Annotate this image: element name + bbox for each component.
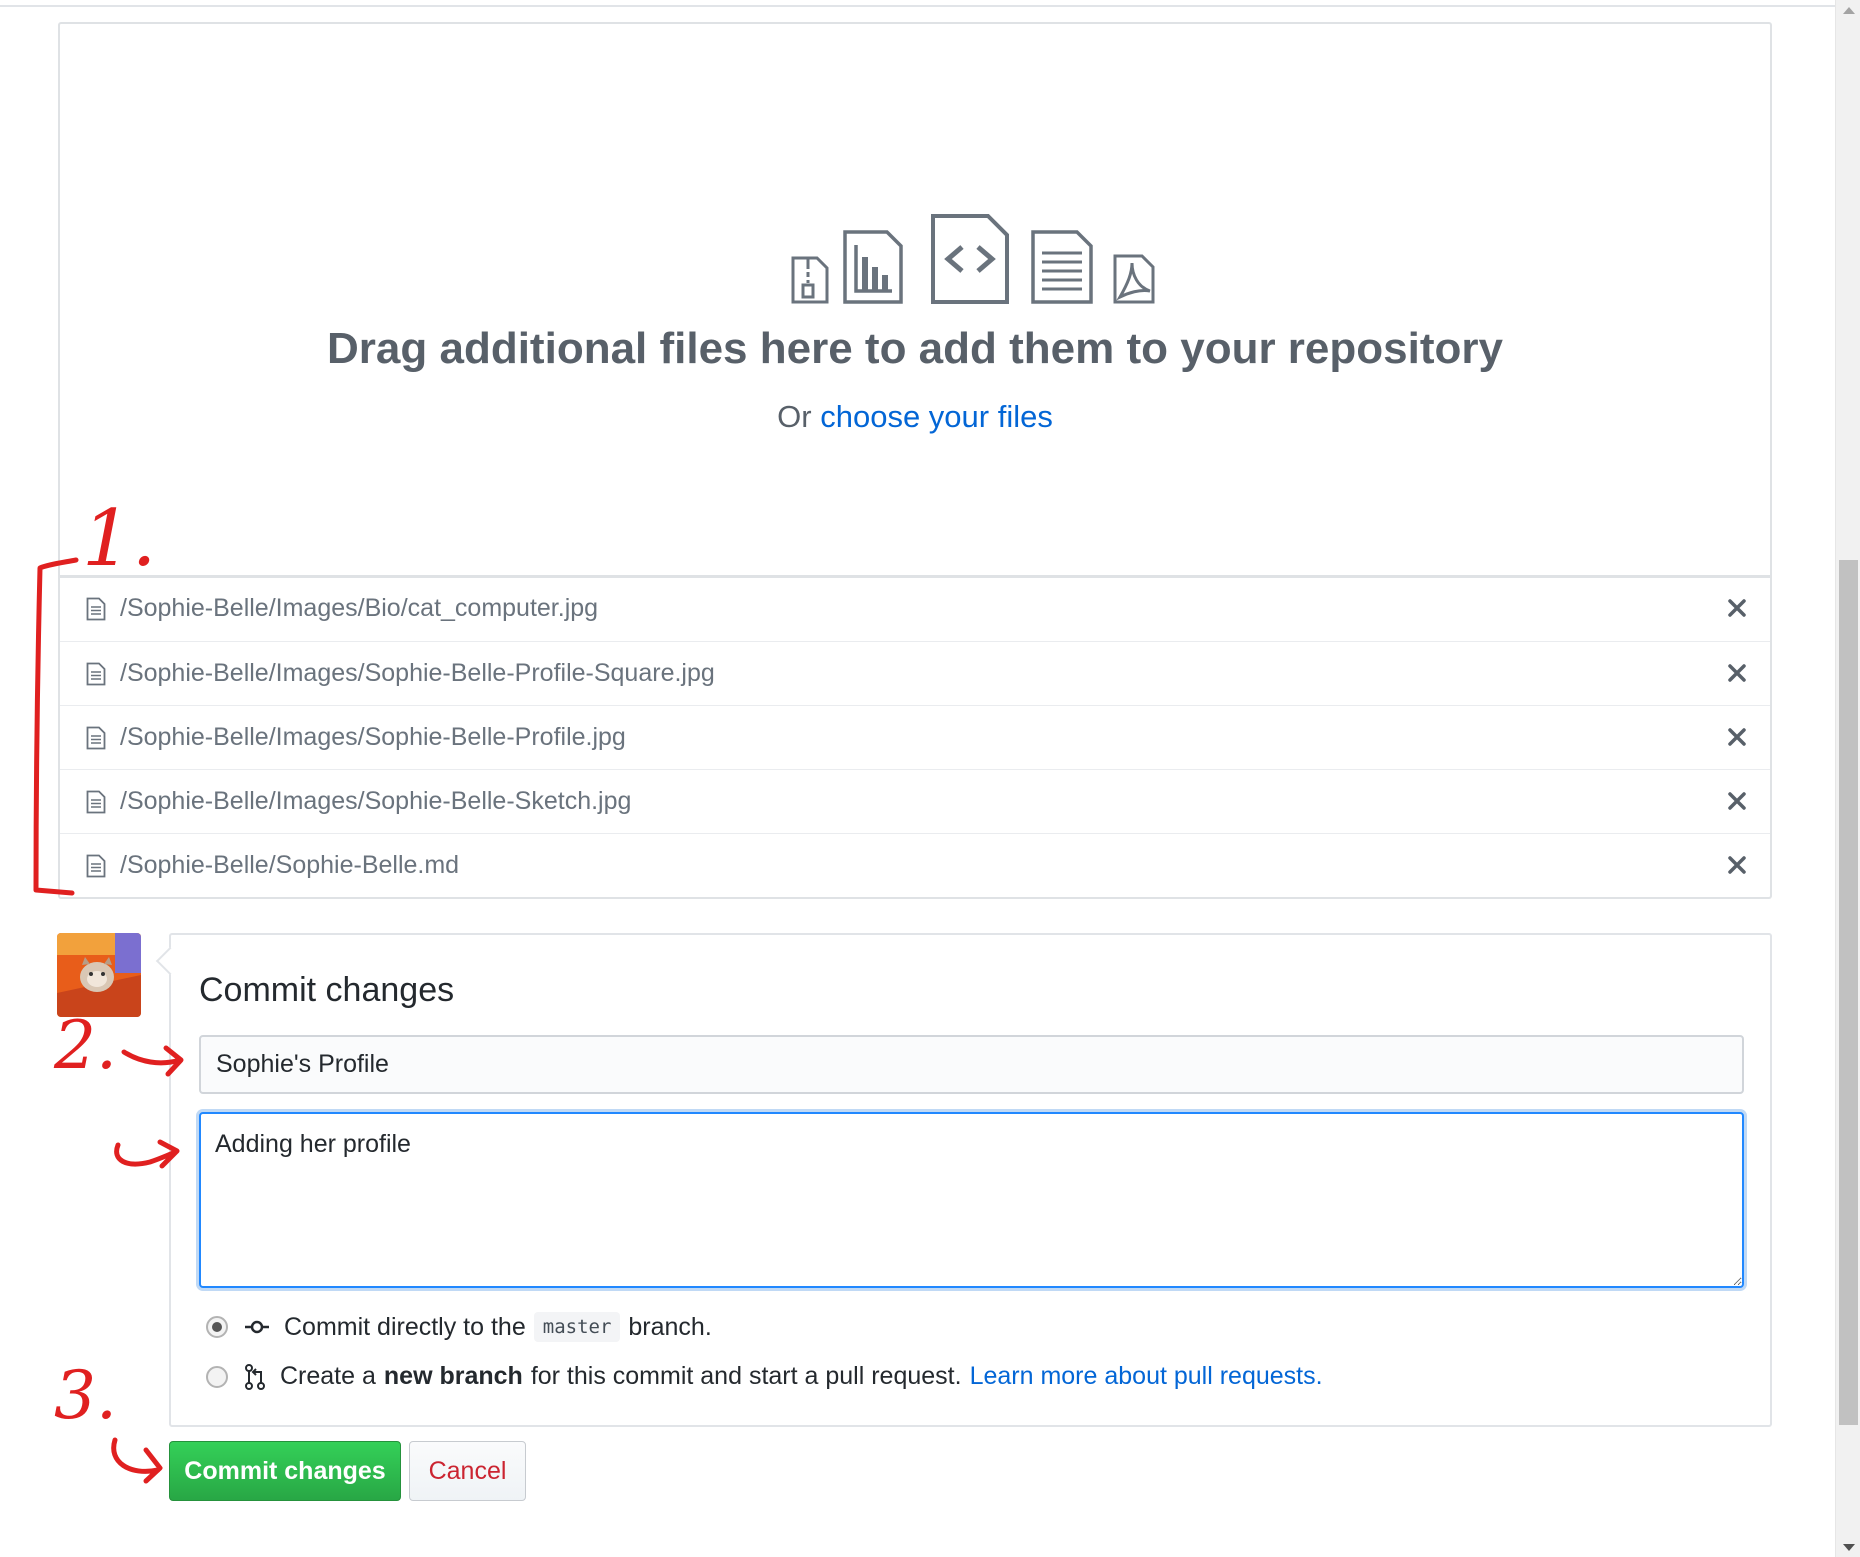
file-row: /Sophie-Belle/Images/Bio/cat_computer.jp…	[60, 577, 1770, 641]
file-path: /Sophie-Belle/Images/Sophie-Belle-Sketch…	[120, 787, 632, 815]
remove-file-icon[interactable]	[1722, 786, 1752, 816]
uploaded-file-list: /Sophie-Belle/Images/Bio/cat_computer.jp…	[58, 577, 1772, 899]
remove-file-icon[interactable]	[1722, 722, 1752, 752]
new-branch-radio[interactable]	[206, 1365, 228, 1388]
file-row: /Sophie-Belle/Images/Sophie-Belle-Profil…	[60, 705, 1770, 769]
git-commit-icon	[245, 1320, 269, 1334]
file-icon	[86, 726, 106, 750]
annotation-label-3: 3.	[54, 1357, 117, 1434]
remove-file-icon[interactable]	[1722, 593, 1752, 623]
file-icon	[86, 854, 106, 878]
new-branch-bold: new branch	[383, 1362, 523, 1390]
remove-file-icon[interactable]	[1722, 850, 1752, 880]
commit-form: Commit changes Adding her profile Commit…	[169, 933, 1772, 1427]
file-path: /Sophie-Belle/Images/Sophie-Belle-Profil…	[120, 723, 626, 751]
remove-file-icon[interactable]	[1722, 658, 1752, 688]
commit-direct-prefix: Commit directly to the	[284, 1312, 526, 1341]
commit-direct-suffix: branch.	[628, 1312, 712, 1341]
scroll-up-arrow-icon[interactable]	[1843, 7, 1855, 14]
file-zip-icon	[791, 256, 829, 304]
branch-name: master	[533, 1312, 621, 1342]
commit-summary-input[interactable]	[199, 1035, 1744, 1094]
vertical-scrollbar[interactable]	[1835, 0, 1860, 1557]
file-text-icon	[1031, 230, 1093, 304]
commit-changes-button[interactable]: Commit changes	[169, 1441, 401, 1501]
file-path: /Sophie-Belle/Sophie-Belle.md	[120, 851, 460, 879]
cancel-button[interactable]: Cancel	[409, 1441, 526, 1501]
drop-heading: Drag additional files here to add them t…	[327, 324, 1503, 373]
file-path: /Sophie-Belle/Images/Bio/cat_computer.jp…	[120, 594, 599, 622]
annotation-arrow-textarea	[114, 1139, 180, 1169]
learn-more-pull-requests-link[interactable]: Learn more about pull requests.	[970, 1362, 1323, 1391]
drop-subtext: Or choose your files	[60, 399, 1770, 435]
file-icon	[86, 790, 106, 814]
commit-direct-option[interactable]: Commit directly to the master branch.	[206, 1312, 712, 1342]
file-icon	[86, 662, 106, 686]
annotation-label-2: 2.	[53, 1007, 117, 1084]
scrollbar-thumb[interactable]	[1839, 560, 1858, 1425]
file-row: /Sophie-Belle/Images/Sophie-Belle-Sketch…	[60, 769, 1770, 833]
file-code-icon	[931, 214, 1009, 304]
choose-files-link[interactable]: choose your files	[820, 399, 1053, 434]
top-divider	[0, 0, 1835, 7]
commit-description-textarea[interactable]: Adding her profile	[199, 1112, 1744, 1288]
new-branch-suffix: for this commit and start a pull request…	[530, 1362, 962, 1390]
drop-sub-prefix: Or	[777, 399, 812, 434]
new-branch-option[interactable]: Create a new branch for this commit and …	[206, 1362, 1323, 1391]
git-pull-request-icon	[245, 1363, 265, 1390]
scroll-down-arrow-icon[interactable]	[1843, 1544, 1855, 1551]
avatar-image	[57, 933, 141, 1017]
file-type-icons	[790, 214, 1160, 319]
file-drop-zone[interactable]: Drag additional files here to add them t…	[58, 22, 1772, 578]
commit-title: Commit changes	[199, 971, 455, 1009]
new-branch-prefix: Create a	[280, 1362, 376, 1390]
graph-file-icon	[843, 230, 903, 304]
file-row: /Sophie-Belle/Sophie-Belle.md	[60, 833, 1770, 897]
file-row: /Sophie-Belle/Images/Sophie-Belle-Profil…	[60, 641, 1770, 705]
avatar	[57, 933, 141, 1017]
file-path: /Sophie-Belle/Images/Sophie-Belle-Profil…	[120, 659, 715, 687]
commit-direct-radio[interactable]	[206, 1316, 228, 1338]
annotation-arrow-3	[111, 1437, 163, 1484]
file-pdf-icon	[1113, 254, 1155, 304]
file-icon	[86, 597, 106, 621]
